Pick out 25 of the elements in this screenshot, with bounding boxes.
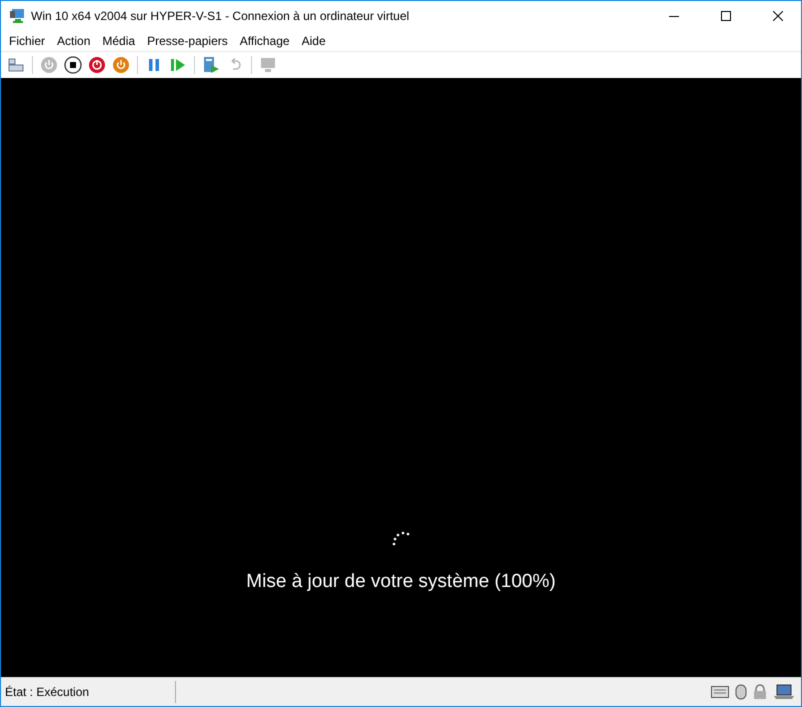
window-title: Win 10 x64 v2004 sur HYPER-V-S1 - Connexion à un ordinateur virtuel	[31, 9, 410, 23]
status-text: État : Exécution	[1, 681, 176, 703]
checkpoint-icon	[202, 56, 220, 74]
app-icon	[9, 8, 25, 24]
lock-icon	[753, 684, 767, 700]
mouse-icon	[735, 684, 747, 700]
menu-item[interactable]: Presse-papiers	[141, 34, 234, 48]
menu-item[interactable]: Action	[51, 34, 96, 48]
menu-item[interactable]: Fichier	[3, 34, 52, 48]
toolbar-button[interactable]	[62, 54, 84, 76]
maximize-icon	[721, 11, 731, 21]
stop-icon	[64, 56, 82, 74]
menu-item[interactable]: Aide	[296, 34, 332, 48]
power-icon	[112, 56, 130, 74]
laptop-icon	[773, 684, 795, 700]
loading-spinner-icon	[391, 529, 411, 547]
menu-item[interactable]: Média	[96, 34, 142, 48]
play-icon	[170, 58, 186, 72]
power-icon	[40, 56, 58, 74]
menu-item[interactable]: Affichage	[234, 34, 296, 48]
pause-icon	[147, 58, 161, 72]
monitor-icon	[259, 57, 277, 73]
close-icon	[773, 11, 783, 21]
power-icon	[88, 56, 106, 74]
update-message: Mise à jour de votre système (100%)	[246, 571, 556, 593]
